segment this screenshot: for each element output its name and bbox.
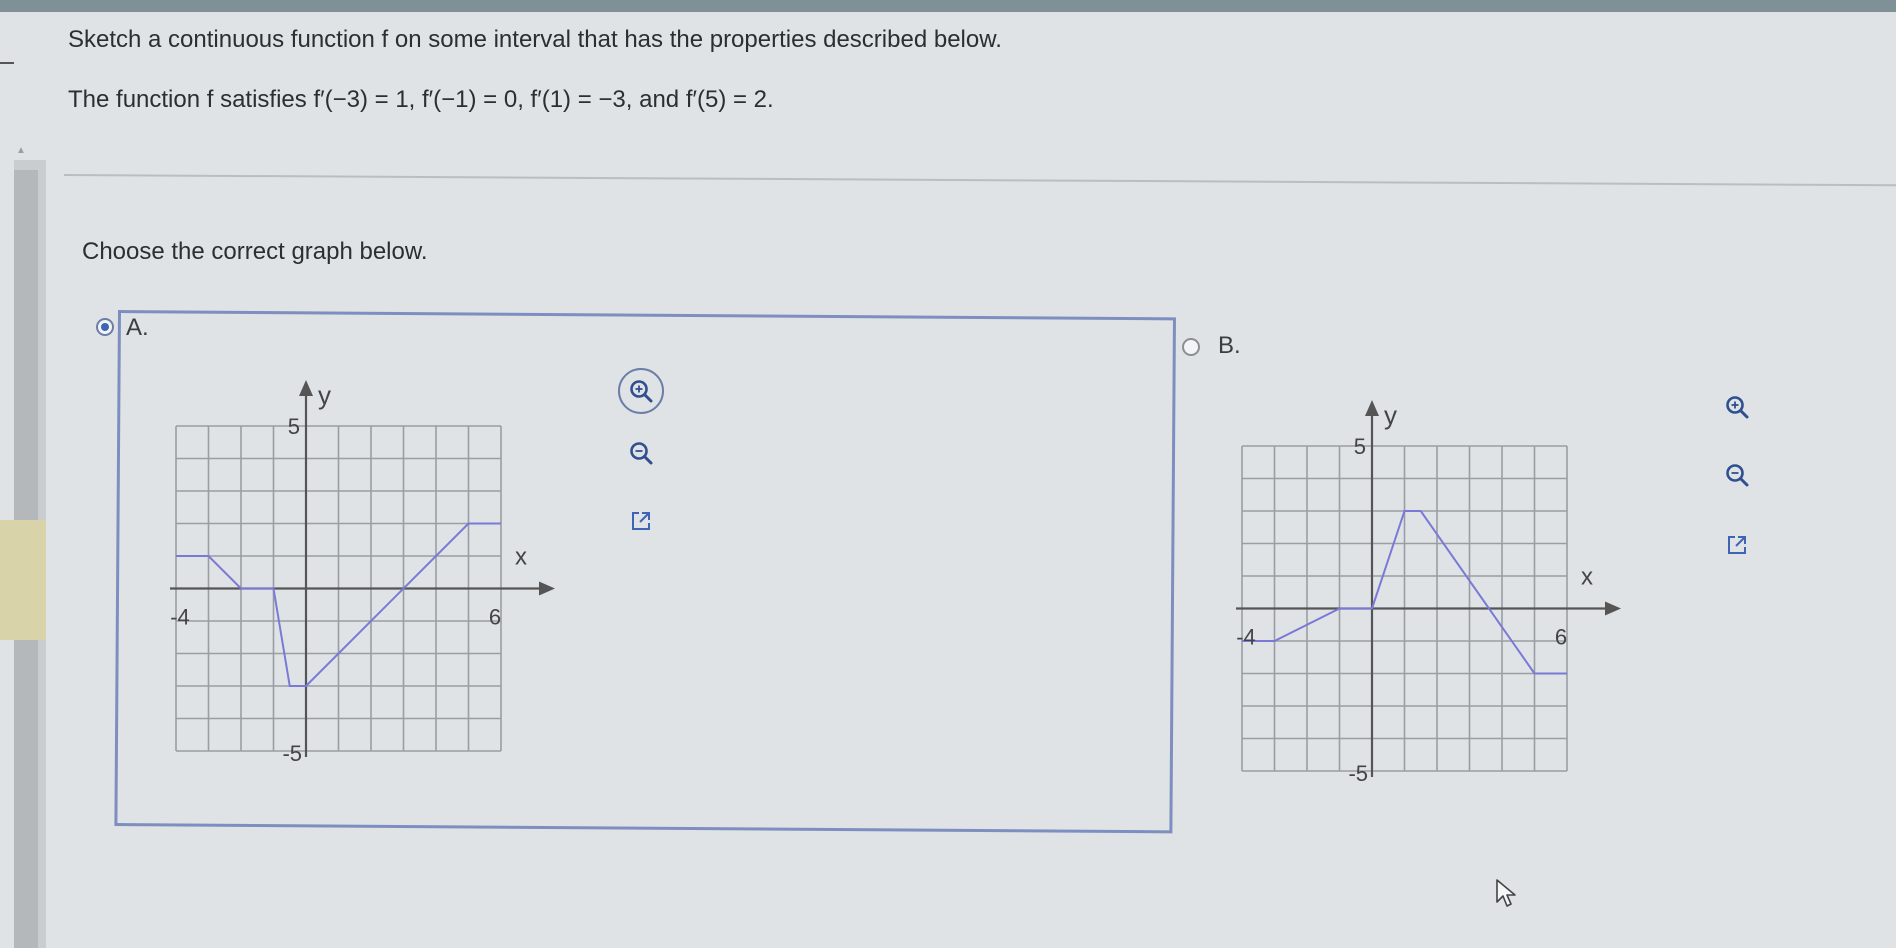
y-min-label: -5: [282, 741, 302, 766]
graph-a-zoom-in-button[interactable]: [618, 368, 664, 414]
x-min-label: -4: [170, 605, 190, 630]
left-edge-mark: [0, 62, 14, 64]
y-max-label: 5: [288, 414, 300, 439]
graph-b: y x 5 -5 -4 6: [1236, 400, 1621, 786]
option-a-label: A.: [126, 314, 149, 341]
side-highlight: [0, 520, 46, 640]
zoom-in-icon: [630, 380, 653, 403]
graph-a: y x 5 -5 -4 6: [170, 380, 555, 766]
question-prompt: Sketch a continuous function f on some i…: [68, 26, 1002, 53]
y-min-label: -5: [1348, 761, 1368, 786]
question-instruction: Choose the correct graph below.: [82, 238, 428, 265]
graph-a-zoom-out-button[interactable]: [624, 436, 658, 470]
external-link-icon: [632, 512, 650, 530]
x-max-label: 6: [1555, 625, 1567, 650]
x-max-label: 6: [489, 605, 501, 630]
graph-b-popout-button[interactable]: [1720, 528, 1754, 562]
graph-b-axes: [1236, 400, 1621, 777]
zoom-in-icon: [1726, 396, 1749, 419]
x-axis-arrow: [539, 581, 555, 596]
option-b-radio[interactable]: [1182, 338, 1200, 356]
graph-b-zoom-in-button[interactable]: [1720, 390, 1754, 424]
graph-b-zoom-out-button[interactable]: [1720, 458, 1754, 492]
y-axis-label: y: [318, 380, 331, 410]
option-b-label: B.: [1218, 332, 1241, 359]
y-axis-arrow: [299, 380, 313, 396]
y-axis-arrow: [1365, 400, 1379, 416]
top-bar: [0, 0, 1896, 12]
x-min-label: -4: [1236, 625, 1256, 650]
x-axis-arrow: [1605, 601, 1621, 616]
y-axis-label: y: [1384, 400, 1397, 430]
graph-a-axes: [170, 380, 555, 757]
zoom-out-icon: [630, 442, 653, 465]
scroll-up-arrow-icon[interactable]: ▲: [14, 144, 28, 158]
divider: [63, 174, 1896, 187]
x-axis-label: x: [1581, 564, 1593, 591]
x-axis-label: x: [515, 544, 527, 571]
external-link-icon: [1728, 536, 1746, 554]
y-max-label: 5: [1354, 434, 1366, 459]
question-conditions: The function f satisfies f′(−3) = 1, f′(…: [68, 86, 774, 113]
zoom-out-icon: [1726, 464, 1749, 487]
radio-dot: [101, 323, 109, 331]
option-a-radio[interactable]: [96, 318, 114, 336]
mouse-pointer-icon: [1496, 879, 1516, 907]
graph-a-popout-button[interactable]: [624, 504, 658, 538]
